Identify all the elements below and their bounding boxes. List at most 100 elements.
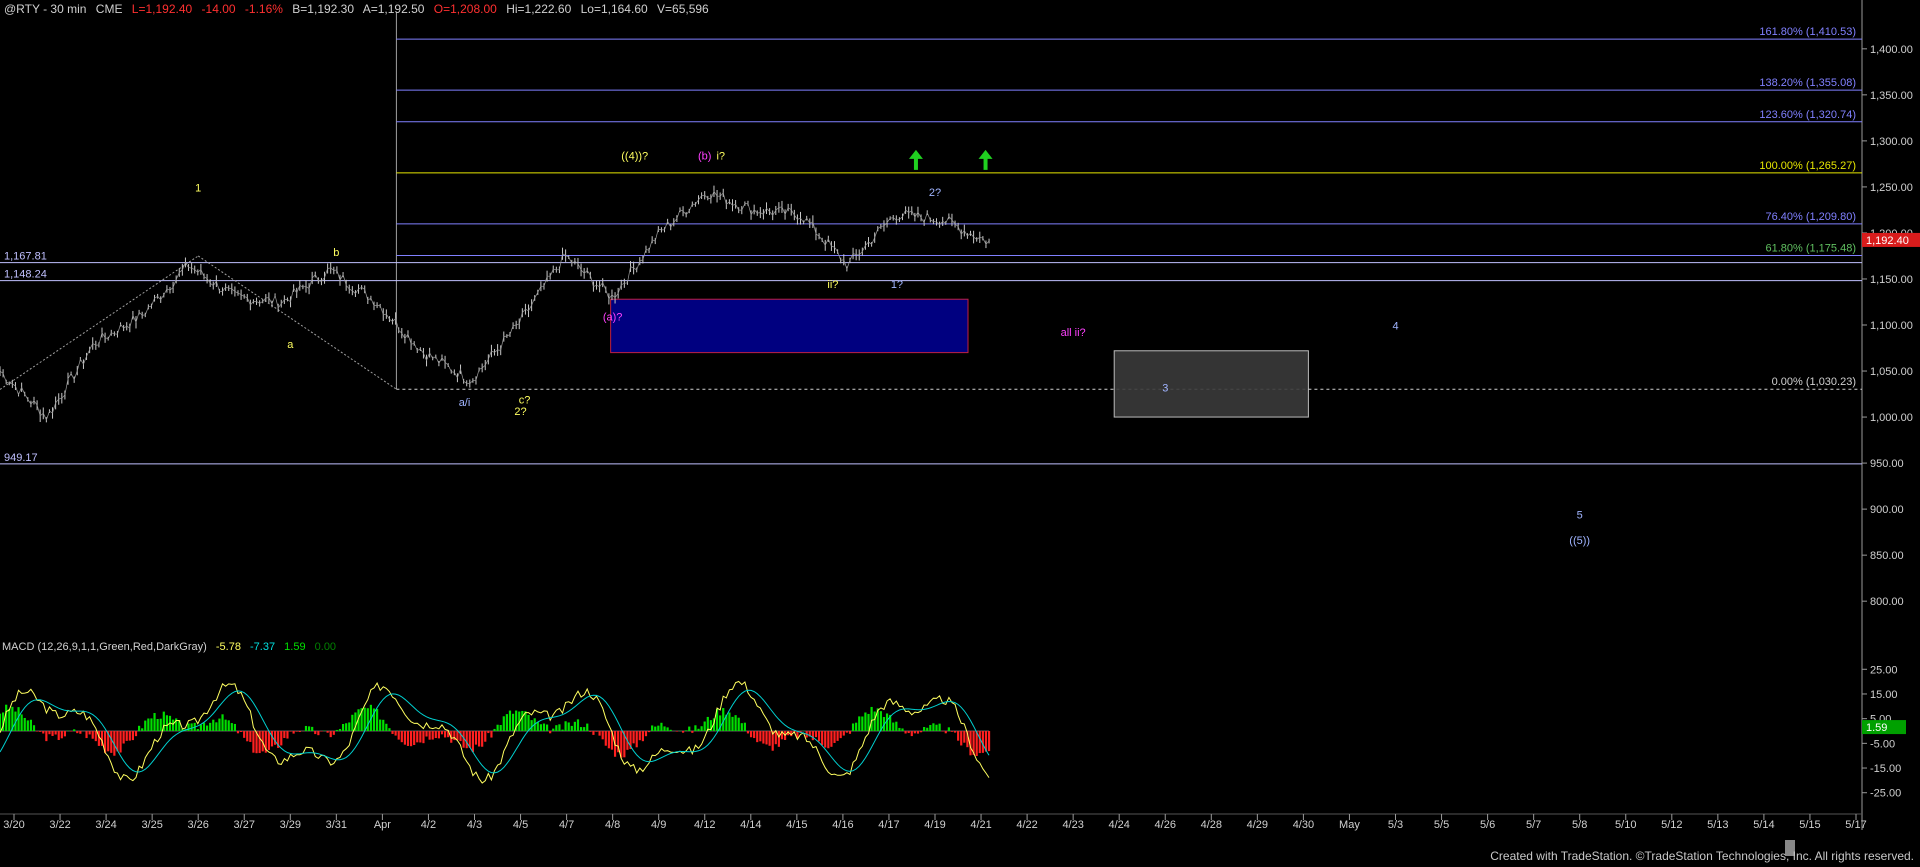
wave-label: ii? (827, 279, 838, 291)
target-box-blue (610, 298, 969, 354)
wave-label: 4 (1392, 321, 1398, 333)
y-tick-label: 1,350.00 (1870, 90, 1913, 102)
x-tick-label: 4/17 (878, 819, 899, 831)
wave-label: i? (716, 150, 725, 162)
fib-level-label: 123.60% (1,320.74) (1759, 109, 1856, 121)
x-tick-label: 5/17 (1845, 819, 1866, 831)
trend-line-dashed (197, 255, 397, 390)
x-tick-label: 5/3 (1388, 819, 1403, 831)
y-tick-label: 1,150.00 (1870, 274, 1913, 286)
x-tick-label: 4/30 (1293, 819, 1314, 831)
y-tick-label: 850.00 (1870, 550, 1904, 562)
macd-value-1: -5.78 (215, 641, 241, 653)
fib-level-label: 61.80% (1,175.48) (1765, 243, 1856, 255)
wave-label: ((4))? (621, 150, 648, 162)
macd-value-2: -7.37 (250, 641, 276, 653)
macd-header: MACD (12,26,9,1,1,Green,Red,DarkGray) -5… (2, 641, 342, 653)
macd-tick-label: 15.00 (1870, 689, 1898, 701)
exchange-label: CME (95, 2, 123, 16)
fib-level-label: 138.20% (1,355.08) (1759, 77, 1856, 89)
x-tick-label: 4/12 (694, 819, 715, 831)
chart-header: @RTY - 30 min CME L=1,192.40 -14.00 -1.1… (4, 2, 715, 16)
x-tick-label: 4/14 (740, 819, 761, 831)
x-tick-label: 5/10 (1615, 819, 1636, 831)
current-price-label: 1,192.40 (1866, 235, 1909, 247)
x-tick-label: 4/3 (467, 819, 482, 831)
x-tick-label: 3/22 (49, 819, 70, 831)
x-tick-label: 3/31 (326, 819, 347, 831)
up-arrow-icon (908, 149, 923, 170)
wave-label: a/i (459, 397, 471, 409)
x-tick-label: 5/14 (1753, 819, 1774, 831)
x-tick-label: 3/27 (234, 819, 255, 831)
volume: V=65,596 (657, 2, 709, 16)
wave-label: 2? (929, 187, 941, 199)
x-tick-label: 5/6 (1480, 819, 1495, 831)
macd-value-4: 0.00 (314, 641, 337, 653)
y-tick-label: 1,300.00 (1870, 136, 1913, 148)
y-tick-label: 950.00 (1870, 458, 1904, 470)
wave-label: a (287, 339, 294, 351)
x-tick-label: 4/26 (1155, 819, 1176, 831)
wave-label: 3 (1162, 382, 1168, 394)
x-tick-label: 3/25 (141, 819, 162, 831)
y-tick-label: 1,100.00 (1870, 320, 1913, 332)
x-tick-label: 4/24 (1108, 819, 1129, 831)
wave-label: (a)? (603, 311, 623, 323)
fib-level-label: 76.40% (1,209.80) (1765, 211, 1856, 223)
x-tick-label: 4/29 (1247, 819, 1268, 831)
y-tick-label: 1,000.00 (1870, 412, 1913, 424)
x-tick-label: 4/8 (605, 819, 620, 831)
x-tick-label: 4/28 (1201, 819, 1222, 831)
macd-tick-label: -15.00 (1870, 763, 1901, 775)
wave-label: all ii? (1061, 327, 1086, 339)
x-tick-label: 5/15 (1799, 819, 1820, 831)
wave-label: 5 (1577, 509, 1583, 521)
y-tick-label: 1,250.00 (1870, 182, 1913, 194)
x-tick-label: 3/26 (187, 819, 208, 831)
x-tick-label: 3/29 (280, 819, 301, 831)
last-price: L=1,192.40 (131, 2, 193, 16)
ask-price: A=1,192.50 (362, 2, 425, 16)
x-tick-label: 5/5 (1434, 819, 1449, 831)
x-tick-label: 3/20 (3, 819, 24, 831)
symbol-label: @RTY - 30 min (4, 2, 87, 16)
fib-level-label: 100.00% (1,265.27) (1759, 160, 1856, 172)
fib-level-label: 0.00% (1,030.23) (1772, 376, 1856, 388)
price-level-label: 949.17 (4, 452, 38, 464)
x-tick-label: 4/23 (1062, 819, 1083, 831)
wave-label: 1 (195, 183, 201, 195)
price-level-label: 1,167.81 (4, 251, 47, 263)
pct-change: -1.16% (244, 2, 283, 16)
macd-tick-label: -25.00 (1870, 788, 1901, 800)
x-tick-label: 3/24 (95, 819, 116, 831)
x-tick-label: 5/8 (1572, 819, 1587, 831)
bid-price: B=1,192.30 (292, 2, 355, 16)
net-change: -14.00 (201, 2, 236, 16)
low-price: Lo=1,164.60 (580, 2, 648, 16)
x-tick-label: 4/7 (559, 819, 574, 831)
high-price: Hi=1,222.60 (506, 2, 572, 16)
macd-value-3: 1.59 (284, 641, 306, 653)
x-tick-label: 5/13 (1707, 819, 1728, 831)
macd-tick-label: 25.00 (1870, 664, 1898, 676)
x-tick-label: 4/19 (924, 819, 945, 831)
x-tick-label: 5/12 (1661, 819, 1682, 831)
y-tick-label: 900.00 (1870, 504, 1904, 516)
x-tick-label: 4/9 (651, 819, 666, 831)
y-tick-label: 1,050.00 (1870, 366, 1913, 378)
macd-label: MACD (12,26,9,1,1,Green,Red,DarkGray) (2, 641, 207, 653)
macd-tick-label: -5.00 (1870, 738, 1895, 750)
price-level-label: 1,148.24 (4, 269, 47, 281)
up-arrow-icon (978, 149, 993, 170)
x-tick-label: 4/2 (421, 819, 436, 831)
x-tick-label: May (1339, 819, 1360, 831)
wave-label: 2? (514, 406, 526, 418)
x-tick-label: 4/21 (970, 819, 991, 831)
credit-text: Created with TradeStation. ©TradeStation… (1490, 849, 1914, 863)
target-box-gray (1113, 350, 1309, 418)
wave-label: 1? (891, 279, 903, 291)
wave-label: ((5)) (1569, 535, 1590, 547)
x-tick-label: 4/16 (832, 819, 853, 831)
chart-canvas: 800.00 850.00 900.00 950.00 1,000.00 1,050.00… (0, 0, 1920, 856)
